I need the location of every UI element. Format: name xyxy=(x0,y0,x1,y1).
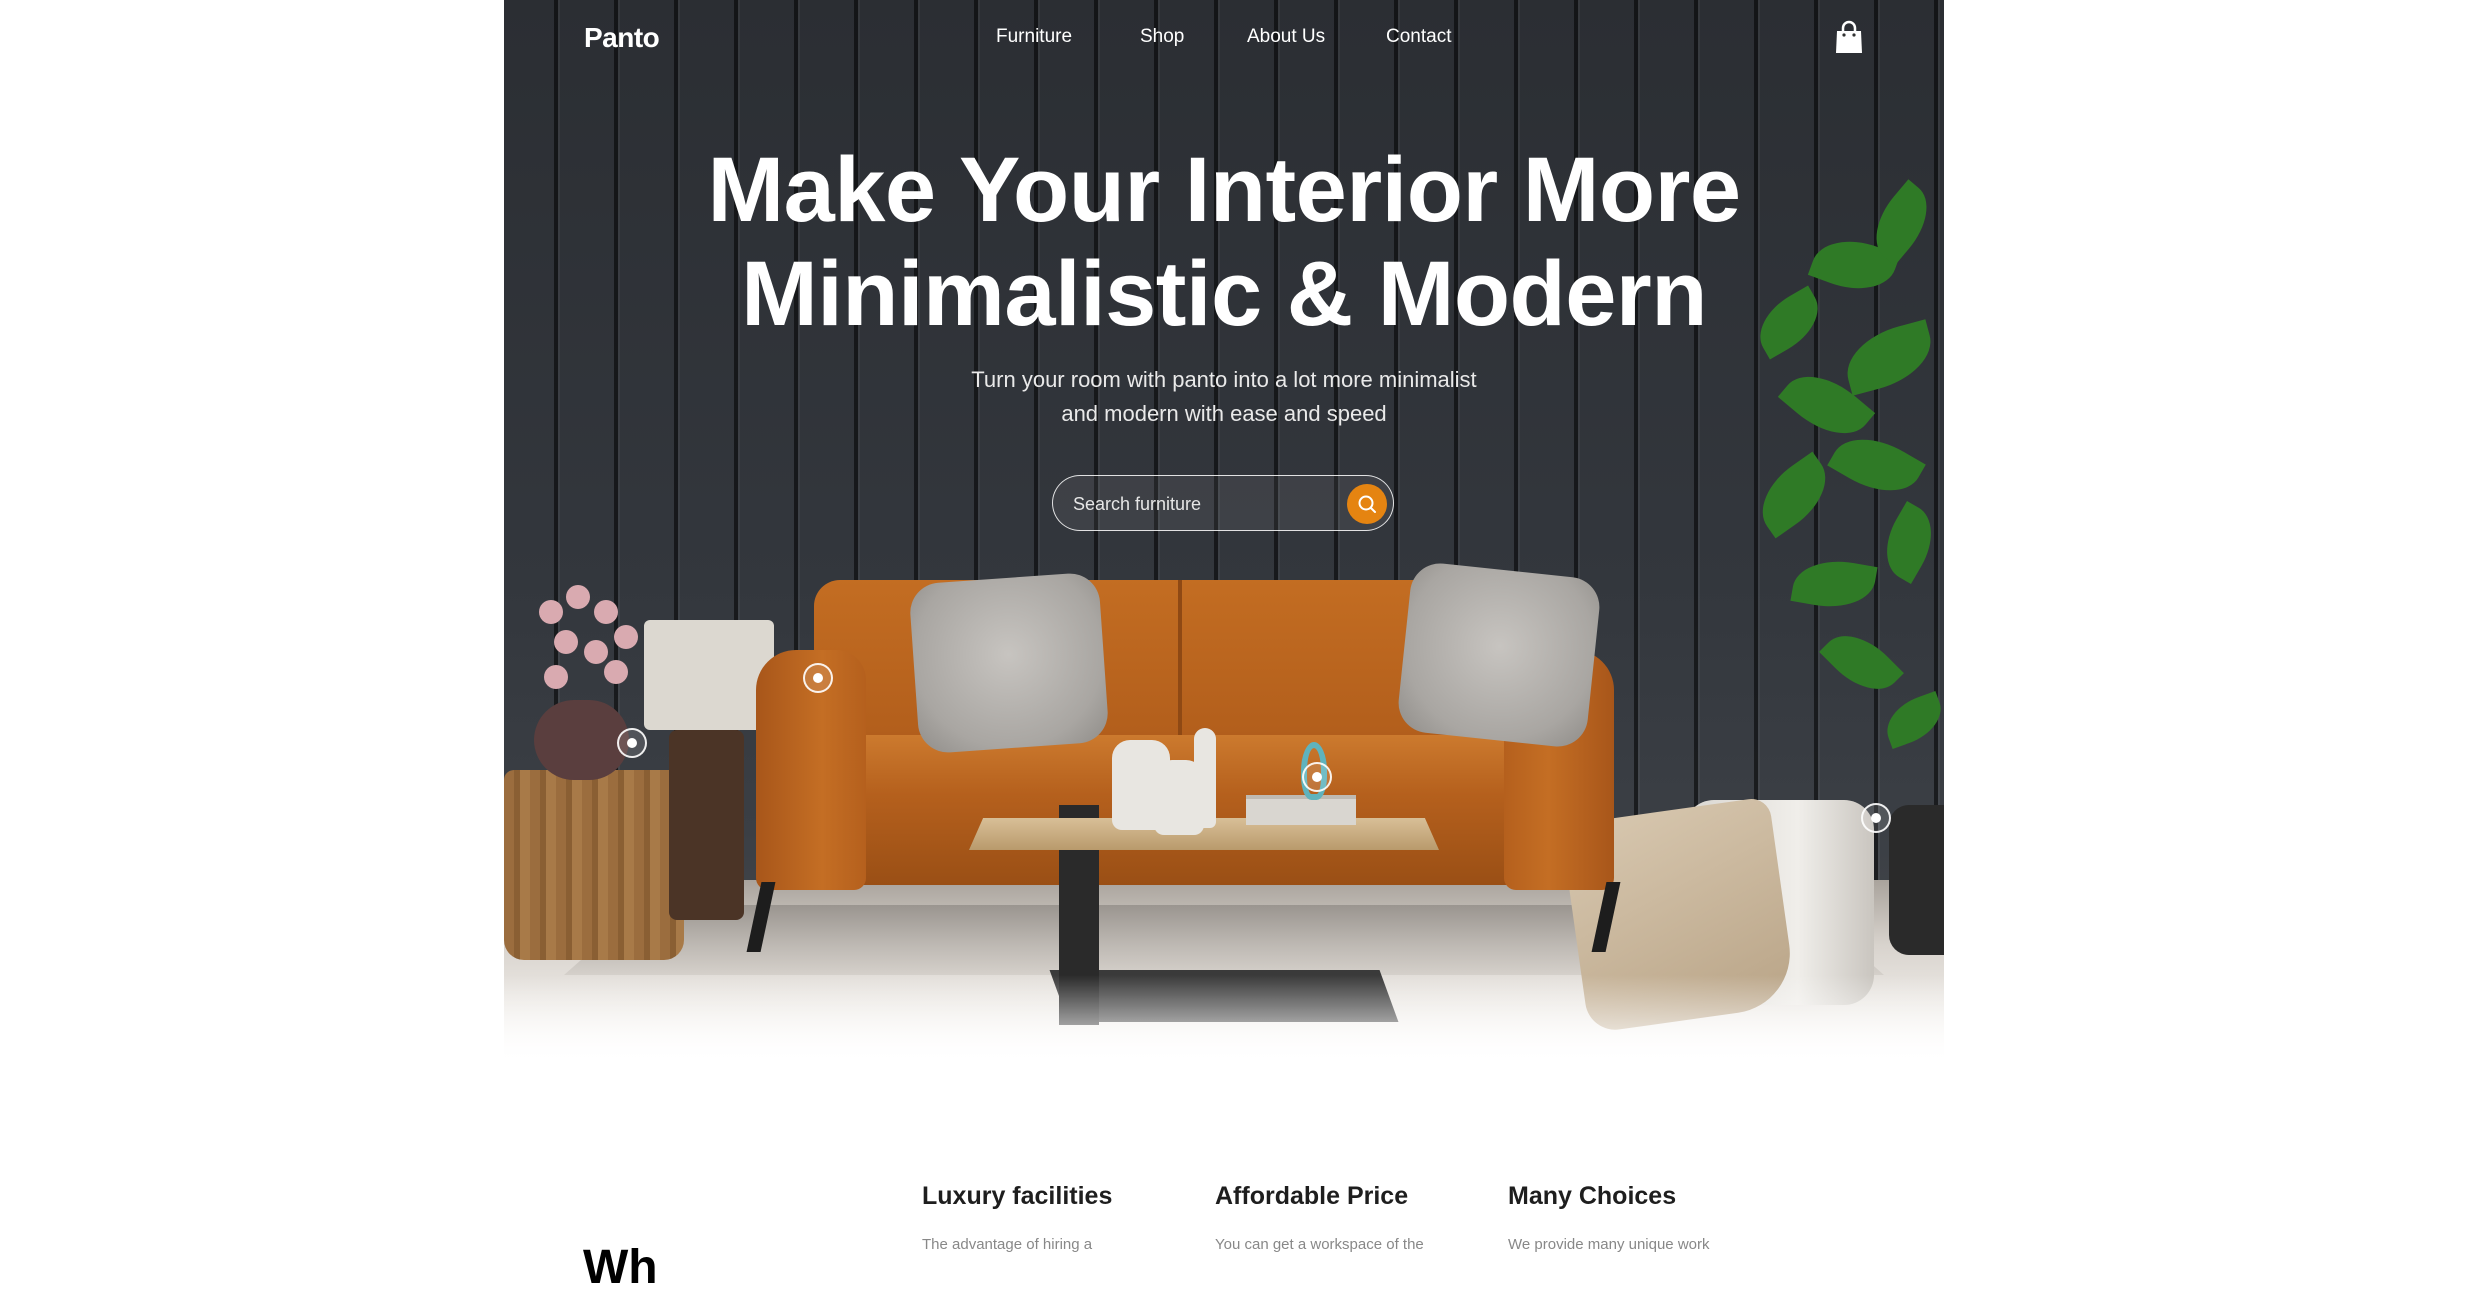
search-button[interactable] xyxy=(1347,484,1387,524)
wooden-stump-table xyxy=(504,770,684,960)
flower xyxy=(604,660,628,684)
plant-leaf xyxy=(1819,620,1904,705)
flower-pot xyxy=(534,700,629,780)
shopping-bag-icon[interactable] xyxy=(1834,20,1864,54)
nav-contact[interactable]: Contact xyxy=(1386,26,1451,48)
hero-fade xyxy=(504,975,1944,1065)
hero-headline-line2: Minimalistic & Modern xyxy=(741,243,1707,345)
nav-furniture[interactable]: Furniture xyxy=(996,26,1072,48)
feature-luxury: Luxury facilities The advantage of hirin… xyxy=(922,1182,1162,1257)
plant-leaf xyxy=(1790,553,1878,615)
flower xyxy=(566,585,590,609)
pillow-right xyxy=(1395,560,1603,750)
vase xyxy=(1194,728,1216,828)
flower xyxy=(594,600,618,624)
hero-headline: Make Your Interior More Minimalistic & M… xyxy=(504,138,1944,346)
hero-subtitle-line2: and modern with ease and speed xyxy=(1061,401,1387,426)
lamp-shade xyxy=(644,620,774,730)
flower xyxy=(614,625,638,649)
nav-shop[interactable]: Shop xyxy=(1140,26,1184,48)
hero-subtitle-line1: Turn your room with panto into a lot mor… xyxy=(971,367,1477,392)
search-icon xyxy=(1358,495,1376,513)
feature-title: Many Choices xyxy=(1508,1182,1677,1210)
search-bar xyxy=(1052,475,1394,531)
hotspot-pouf[interactable] xyxy=(1861,803,1891,833)
flower xyxy=(544,665,568,689)
feature-text: We provide many unique work xyxy=(1508,1236,1710,1253)
hotspot-table[interactable] xyxy=(1302,762,1332,792)
feature-text: You can get a workspace of the xyxy=(1215,1236,1424,1253)
hotspot-sofa[interactable] xyxy=(803,663,833,693)
feature-title: Affordable Price xyxy=(1215,1182,1409,1210)
hero-headline-line1: Make Your Interior More xyxy=(707,139,1741,241)
hero-subtitle: Turn your room with panto into a lot mor… xyxy=(504,363,1944,431)
plant-leaf xyxy=(1827,422,1926,508)
features-section-title: Wh xyxy=(583,1241,658,1294)
lamp-base xyxy=(669,730,744,920)
feature-title: Luxury facilities xyxy=(922,1182,1113,1210)
pillow-left xyxy=(908,571,1110,755)
plant-leaf xyxy=(1878,690,1944,750)
feature-text: The advantage of hiring a xyxy=(922,1236,1093,1253)
nav-about-us[interactable]: About Us xyxy=(1247,26,1325,48)
feature-price: Affordable Price You can get a workspace… xyxy=(1215,1182,1455,1257)
hero-section: Panto Furniture Shop About Us Contact Ma… xyxy=(504,0,1944,1065)
books xyxy=(1246,795,1356,825)
hotspot-flowers[interactable] xyxy=(617,728,647,758)
flower xyxy=(539,600,563,624)
logo[interactable]: Panto xyxy=(584,22,660,54)
feature-choices: Many Choices We provide many unique work xyxy=(1508,1182,1748,1257)
plant-leaf xyxy=(1872,500,1944,585)
flower xyxy=(554,630,578,654)
search-input[interactable] xyxy=(1071,488,1325,520)
flower xyxy=(584,640,608,664)
plant-pot xyxy=(1889,805,1944,955)
